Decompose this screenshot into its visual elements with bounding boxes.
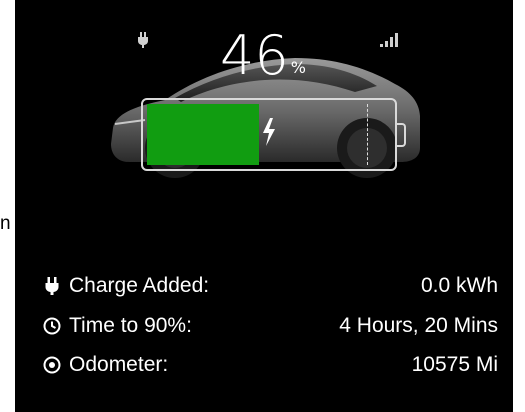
charge-limit-marker [367, 104, 368, 165]
stat-value: 10575 Mi [411, 353, 498, 376]
stat-value: 0.0 kWh [420, 274, 498, 297]
stat-label-text: Charge Added: [69, 274, 210, 297]
percentage-value: 46 [220, 24, 289, 87]
stat-label-text: Time to 90%: [69, 314, 192, 337]
stat-charge-added: Charge Added: 0.0 kWh [43, 271, 498, 301]
cropped-glyph: n [0, 214, 10, 234]
odometer-icon [43, 356, 61, 374]
stat-time-to-target: Time to 90%: 4 Hours, 20 Mins [43, 311, 498, 341]
stat-label-text: Odometer: [69, 353, 169, 376]
stat-value: 4 Hours, 20 Mins [339, 314, 498, 337]
signal-icon [380, 33, 398, 47]
stat-label: Odometer: [43, 350, 168, 380]
percentage-symbol: % [290, 58, 306, 77]
plug-icon [45, 277, 59, 295]
plug-icon [138, 32, 148, 48]
clock-icon [43, 317, 61, 335]
battery-fill [147, 104, 259, 165]
stat-odometer: Odometer: 10575 Mi [43, 350, 498, 380]
stat-label: Charge Added: [43, 271, 209, 301]
stat-label: Time to 90%: [43, 311, 192, 341]
lightning-bolt-icon [263, 118, 275, 146]
battery-percentage: 46 % [220, 24, 306, 84]
charging-screen: 46 % Charge Added: 0.0 kWh Time to 90%: … [15, 0, 513, 412]
battery-terminal [397, 123, 406, 147]
